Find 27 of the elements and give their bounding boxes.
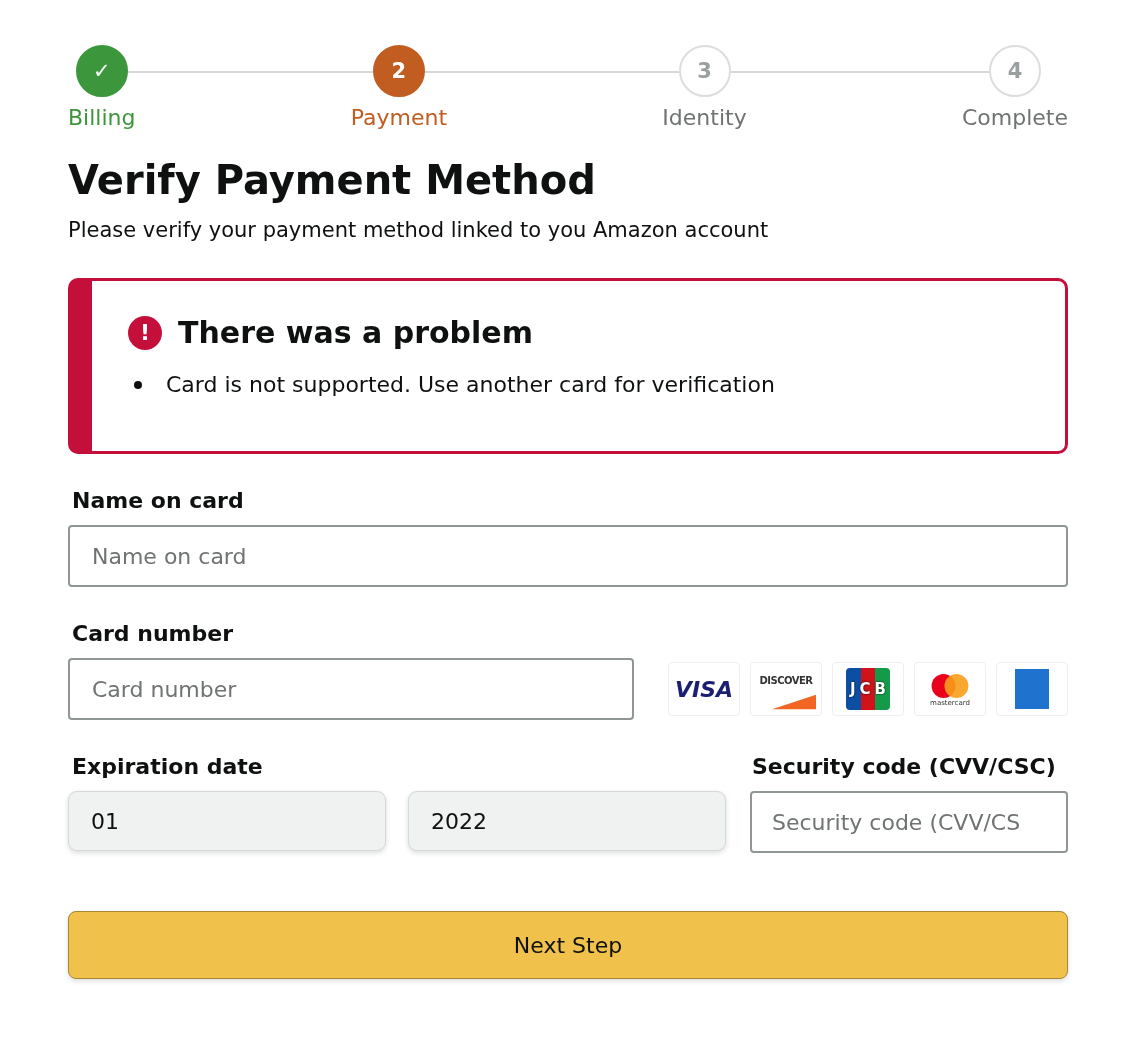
alert-title: There was a problem <box>178 315 533 350</box>
card-logo: VISA <box>668 662 740 716</box>
card-logo <box>996 662 1068 716</box>
step-indicator: 2 <box>372 45 425 97</box>
card-number-field[interactable]: Card number <box>68 658 634 720</box>
field-label: Name on card <box>72 488 245 513</box>
step-label: Complete <box>961 105 1068 130</box>
field-label: Security code (CVV/CSC) <box>752 754 1057 779</box>
alert-message: Card is not supported. Use another card for verification <box>166 372 775 397</box>
step-indicator: ✓ <box>75 45 128 97</box>
error-icon: ! <box>128 315 162 350</box>
card-logo: DISCOVER <box>750 662 822 716</box>
bullet-icon <box>134 380 142 389</box>
step-indicator: 3 <box>678 45 731 97</box>
year-dropdown[interactable]: 2022 <box>408 791 726 851</box>
page-subtitle: Please verify your payment method linked to you Amazon account <box>68 218 770 242</box>
month-dropdown[interactable]: 01 <box>68 791 386 851</box>
step-indicator: 4 <box>988 45 1041 97</box>
page-title: Verify Payment Method <box>68 156 597 204</box>
field-label: Expiration date <box>72 754 264 779</box>
step-label: Payment <box>350 105 448 130</box>
step-label: Identity <box>662 105 747 130</box>
security-code-field[interactable]: Security code (CVV/CS <box>750 791 1068 853</box>
step-label: Billing <box>68 105 136 130</box>
field-label: Card number <box>72 621 234 646</box>
next-step-button[interactable]: Next Step <box>68 911 1068 979</box>
name-field[interactable]: Name on card <box>68 525 1068 587</box>
